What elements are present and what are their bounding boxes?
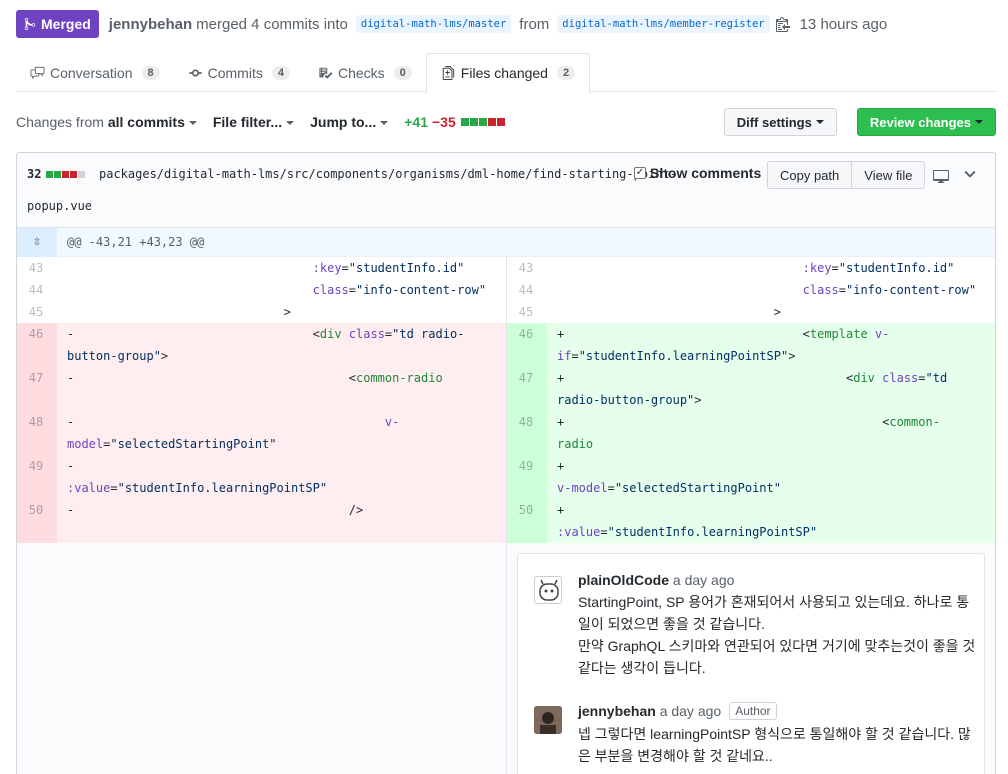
file-path[interactable]: packages/digital-math-lms/src/components… [99, 167, 677, 181]
show-comments-toggle[interactable]: ✓ Show comments [634, 165, 761, 181]
clipboard-icon[interactable] [775, 16, 790, 32]
display-rich-diff-icon[interactable] [932, 168, 950, 184]
tab-commits[interactable]: Commits 4 [174, 53, 304, 92]
merged-badge: Merged [16, 10, 99, 38]
tab-count: 8 [141, 65, 160, 80]
tab-checks[interactable]: Checks 0 [304, 53, 426, 92]
caret-down-icon [815, 120, 824, 124]
hunk-header: ⇳ @@ -43,21 +43,23 @@ [17, 227, 995, 257]
diff-left-side: 43 :key="studentInfo.id" 44 class="info-… [17, 257, 506, 774]
diffstat-bar [460, 118, 505, 126]
caret-down-icon [380, 121, 389, 126]
diff-row-deletion: 48- v- [17, 411, 506, 433]
review-changes-button[interactable]: Review changes [856, 108, 996, 136]
expand-icon[interactable]: ⇳ [17, 227, 57, 257]
hunk-range: @@ -43,21 +43,23 @@ [67, 235, 205, 249]
file-filter-label: File filter... [212, 114, 283, 130]
chevron-down-icon[interactable] [964, 168, 976, 180]
jump-to-label: Jump to... [310, 114, 377, 130]
tab-label: Files changed [460, 65, 548, 81]
comment-body: 넵 그렇다면 learningPointSP 형식으로 통일해야 할 것 같습니… [578, 726, 971, 764]
diff-row-deletion: 49- [17, 455, 506, 477]
tab-label: Conversation [50, 64, 133, 81]
deletions-count: −35 [431, 114, 456, 130]
avatar[interactable] [534, 706, 562, 734]
diff-row-deletion: 46- <div class="td radio- [17, 323, 506, 345]
merge-icon [24, 17, 36, 31]
merge-time: 13 hours ago [799, 15, 888, 33]
user-photo-icon [534, 706, 562, 734]
diff-row-addition: 46 + <template v- [507, 323, 995, 345]
diff-row-addition: 48 + <common- [507, 411, 995, 433]
diff-row: 44 class="info-content-row" [518, 283, 977, 297]
file-diff-icon [442, 66, 454, 80]
changes-prefix: Changes from [16, 114, 104, 130]
diff-row-addition: 47 + <div class="td [507, 367, 995, 389]
robot-avatar-icon [539, 579, 559, 601]
tab-count: 0 [393, 65, 412, 80]
comment-body: StartingPoint, SP 용어가 혼재되어서 사용되고 있는데요. 하… [578, 594, 976, 676]
merge-action-text: merged 4 commits into [196, 15, 348, 33]
checklist-icon [319, 67, 333, 79]
pr-author-link[interactable]: jennybehan [109, 16, 192, 33]
diff-row-addition: 49 + [507, 455, 995, 477]
file-diffstat: 32 [27, 167, 86, 181]
review-changes-label: Review changes [869, 114, 971, 130]
diff-row: 43 :key="studentInfo.id" [28, 261, 465, 275]
diff-row: 45 > [28, 305, 291, 319]
diffstat-bar [46, 170, 86, 178]
git-commit-icon [189, 69, 202, 76]
show-comments-label: Show comments [650, 165, 762, 181]
comment-author[interactable]: jennybehan [578, 703, 656, 719]
file-changes-count: 32 [27, 167, 42, 181]
diff-stats: +41 −35 [404, 114, 505, 130]
caret-down-icon [975, 120, 983, 124]
diff-settings-button[interactable]: Diff settings [723, 108, 837, 136]
merged-label: Merged [41, 16, 91, 32]
file-header: 32 packages/digital-math-lms/src/compone… [17, 153, 995, 228]
diff-row-addition: 50 + [507, 499, 995, 521]
diff-row-deletion: 50- /> [17, 499, 506, 521]
changes-value: all commits [107, 114, 185, 130]
additions-count: +41 [404, 114, 428, 130]
from-text: from [519, 15, 550, 33]
file-filter-dropdown[interactable]: File filter... [212, 114, 295, 130]
changes-from-dropdown[interactable]: Changes from all commits [16, 114, 197, 130]
author-label: Author [729, 702, 777, 720]
diff-row: 44 class="info-content-row" [28, 283, 487, 297]
diff-row: 45 > [518, 305, 781, 319]
diff-settings-label: Diff settings [736, 114, 812, 130]
caret-down-icon [286, 121, 295, 126]
copy-path-button[interactable]: Copy path [767, 161, 853, 189]
caret-down-icon [188, 121, 197, 126]
tab-label: Commits [207, 64, 263, 81]
comment-time[interactable]: a day ago [660, 703, 722, 719]
tab-label: Checks [337, 64, 385, 81]
jump-to-dropdown[interactable]: Jump to... [310, 114, 389, 130]
review-comment-thread: plainOldCode a day ago StartingPoint, SP… [517, 553, 985, 774]
comment-author[interactable]: plainOldCode [578, 572, 669, 588]
tab-count: 2 [556, 66, 576, 80]
diff-row-deletion: 47- <common-radio [17, 367, 506, 389]
file-actions: Copy path View file [767, 161, 926, 189]
pr-header: Merged jennybehan merged 4 commits into … [16, 9, 891, 39]
comment-time[interactable]: a day ago [673, 572, 735, 588]
tab-conversation[interactable]: Conversation 8 [16, 53, 174, 92]
view-file-button[interactable]: View file [852, 161, 926, 189]
head-branch-ref[interactable]: digital-math-lms/member-register [557, 15, 770, 33]
checkbox-checked-icon[interactable]: ✓ [634, 167, 646, 179]
avatar[interactable] [534, 576, 562, 604]
comment-discussion-icon [30, 66, 45, 79]
tab-files-changed[interactable]: Files changed 2 [425, 53, 591, 93]
diff-toolbar: Changes from all commits File filter... … [16, 108, 996, 136]
tab-count: 4 [271, 65, 290, 80]
diff-row: 43 :key="studentInfo.id" [518, 261, 955, 275]
file-path-continued[interactable]: popup.vue [27, 199, 92, 213]
base-branch-ref[interactable]: digital-math-lms/master [355, 15, 512, 33]
empty-gutter [17, 543, 506, 774]
pr-tabs: Conversation 8 Commits 4 Checks 0 Files … [16, 53, 996, 93]
